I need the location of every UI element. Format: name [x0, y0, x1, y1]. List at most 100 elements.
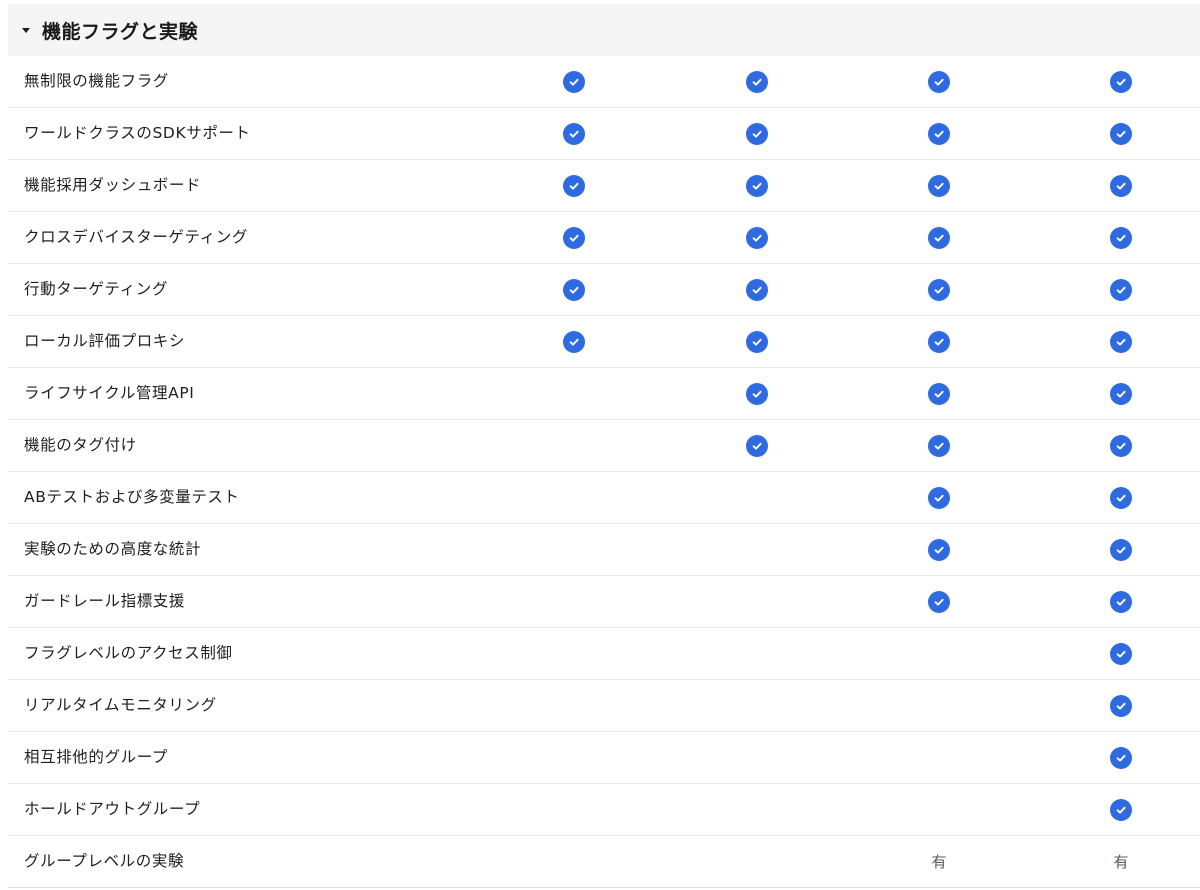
- feature-label: 機能のタグ付け: [24, 436, 137, 454]
- plan-cell: [554, 576, 594, 627]
- feature-label: ABテストおよび多変量テスト: [24, 488, 240, 506]
- check-circle-icon: [563, 330, 585, 353]
- check-circle-icon: [746, 330, 768, 353]
- plan-cell: [737, 472, 777, 523]
- section-header-toggle[interactable]: 機能フラグと実験: [8, 4, 1200, 56]
- feature-label: 無制限の機能フラグ: [24, 72, 169, 90]
- plan-cell: [554, 212, 594, 263]
- feature-comparison-rows: 無制限の機能フラグ ワールドクラスのSDKサポート 機能採用ダッシュボード クロスデバ…: [8, 56, 1200, 888]
- check-circle-icon: [746, 226, 768, 249]
- plan-cell: [919, 316, 959, 367]
- check-circle-icon: [1110, 590, 1132, 613]
- plan-cell: [919, 732, 959, 783]
- plan-cell: [737, 836, 777, 887]
- plan-cell: [919, 160, 959, 211]
- feature-label: ライフサイクル管理API: [24, 384, 195, 402]
- table-row: 無制限の機能フラグ: [8, 56, 1200, 108]
- plan-cell: [554, 420, 594, 471]
- feature-label: 相互排他的グループ: [24, 748, 168, 766]
- check-circle-icon: [928, 226, 950, 249]
- plan-cell: [737, 576, 777, 627]
- table-row: 行動ターゲティング: [8, 264, 1200, 316]
- plan-cell: [1101, 628, 1141, 679]
- plan-cell: [919, 368, 959, 419]
- check-circle-icon: [746, 122, 768, 145]
- plan-cell: [554, 836, 594, 887]
- check-circle-icon: [928, 70, 950, 93]
- plan-cell: [554, 108, 594, 159]
- plan-cell: [919, 472, 959, 523]
- check-circle-icon: [928, 382, 950, 405]
- check-circle-icon: [928, 486, 950, 509]
- plan-cell: [1101, 524, 1141, 575]
- check-circle-icon: [928, 330, 950, 353]
- table-row: ABテストおよび多変量テスト: [8, 472, 1200, 524]
- check-circle-icon: [1110, 798, 1132, 821]
- feature-label: ガードレール指標支援: [24, 592, 186, 610]
- section-title: 機能フラグと実験: [42, 20, 199, 43]
- check-circle-icon: [746, 70, 768, 93]
- check-circle-icon: [928, 590, 950, 613]
- check-circle-icon: [1110, 642, 1132, 665]
- plan-cell: [919, 56, 959, 107]
- plan-cell: [554, 784, 594, 835]
- plan-cell: [737, 56, 777, 107]
- plan-cell: [1101, 212, 1141, 263]
- plan-cell: [554, 524, 594, 575]
- plan-cell: [1101, 368, 1141, 419]
- plan-cell: [554, 56, 594, 107]
- check-circle-icon: [746, 278, 768, 301]
- feature-flags-section: 機能フラグと実験 無制限の機能フラグ ワールドクラスのSDKサポート 機能採用ダッシ…: [8, 4, 1200, 888]
- feature-label: クロスデバイスターゲティング: [24, 228, 249, 246]
- check-circle-icon: [1110, 486, 1132, 509]
- plan-cell: [554, 160, 594, 211]
- plan-cell: [1101, 316, 1141, 367]
- table-row: 相互排他的グループ: [8, 732, 1200, 784]
- plan-cell: [1101, 108, 1141, 159]
- check-circle-icon: [746, 382, 768, 405]
- plan-cell: [1101, 420, 1141, 471]
- check-circle-icon: [563, 226, 585, 249]
- check-circle-icon: [928, 174, 950, 197]
- plan-cell: [1101, 160, 1141, 211]
- feature-label: ホールドアウトグループ: [24, 800, 201, 818]
- table-row: 機能のタグ付け: [8, 420, 1200, 472]
- check-circle-icon: [746, 174, 768, 197]
- feature-label: フラグレベルのアクセス制御: [24, 644, 233, 662]
- plan-cell: [737, 108, 777, 159]
- plan-cell: [554, 316, 594, 367]
- feature-label: グループレベルの実験: [24, 852, 185, 870]
- plan-cell: [554, 628, 594, 679]
- table-row: リアルタイムモニタリング: [8, 680, 1200, 732]
- check-circle-icon: [1110, 434, 1132, 457]
- table-row: クロスデバイスターゲティング: [8, 212, 1200, 264]
- plan-cell: [737, 160, 777, 211]
- table-row: 実験のための高度な統計: [8, 524, 1200, 576]
- plan-cell: [737, 732, 777, 783]
- plan-cell: [737, 212, 777, 263]
- check-circle-icon: [1110, 122, 1132, 145]
- check-circle-icon: [1110, 746, 1132, 769]
- feature-label: ローカル評価プロキシ: [24, 332, 186, 350]
- plan-cell: [737, 316, 777, 367]
- plan-cell: [919, 628, 959, 679]
- check-circle-icon: [1110, 538, 1132, 561]
- plan-cell: [919, 212, 959, 263]
- plan-cell: [737, 264, 777, 315]
- plan-cell: [554, 368, 594, 419]
- check-circle-icon: [1110, 70, 1132, 93]
- plan-cell: [1101, 56, 1141, 107]
- plan-cell: [554, 732, 594, 783]
- check-circle-icon: [746, 434, 768, 457]
- feature-label: 実験のための高度な統計: [24, 540, 202, 558]
- plan-cell: [1101, 680, 1141, 731]
- caret-down-icon: [22, 28, 30, 33]
- plan-cell: [554, 264, 594, 315]
- plan-cell: 有: [1101, 836, 1141, 887]
- check-circle-icon: [928, 122, 950, 145]
- check-circle-icon: [1110, 278, 1132, 301]
- plan-cell: [919, 680, 959, 731]
- feature-label: 機能採用ダッシュボード: [24, 176, 202, 194]
- plan-cell: [919, 420, 959, 471]
- check-circle-icon: [563, 174, 585, 197]
